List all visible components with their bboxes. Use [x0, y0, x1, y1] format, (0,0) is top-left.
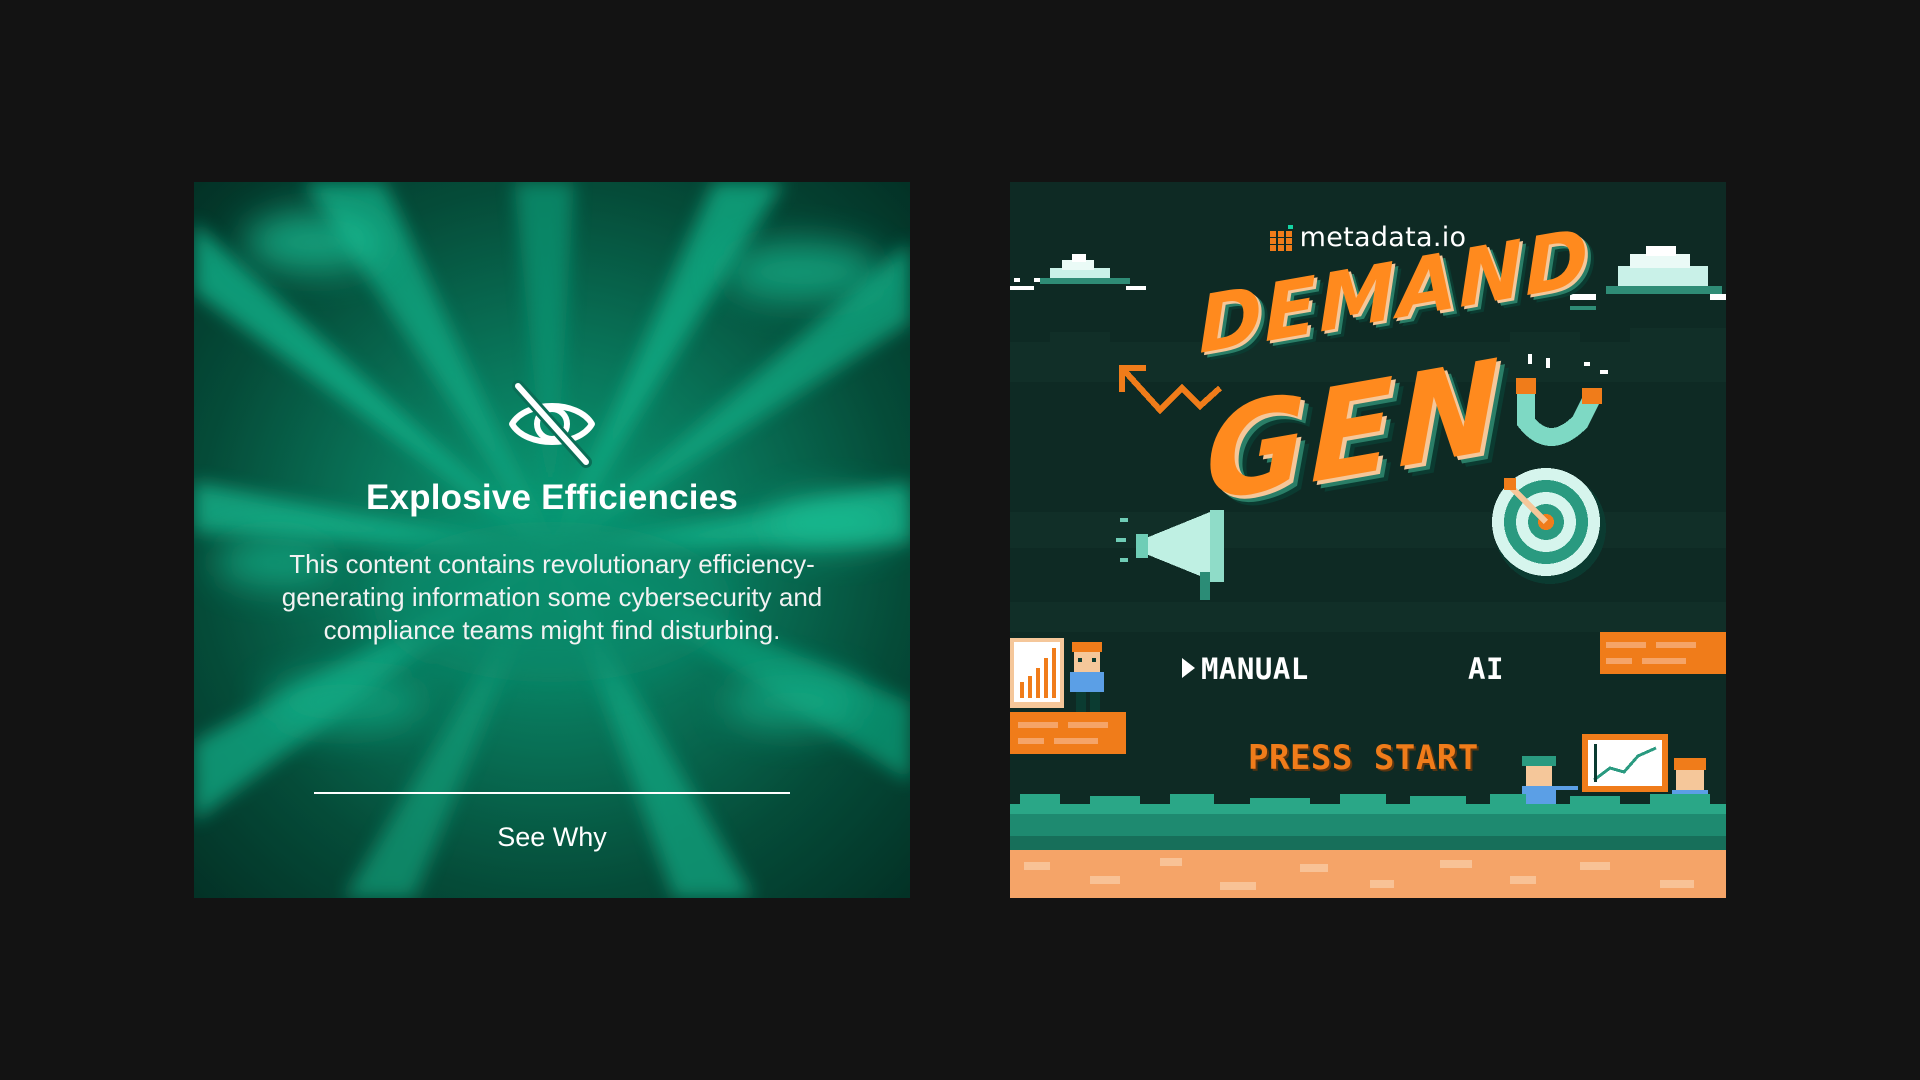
menu-option-manual-label: MANUAL	[1201, 652, 1309, 686]
bar-chart-board	[1010, 638, 1064, 708]
explosive-efficiencies-card: Explosive Efficiencies This content cont…	[194, 182, 910, 898]
see-why-link[interactable]: See Why	[194, 822, 910, 853]
card-content: Explosive Efficiencies This content cont…	[194, 182, 910, 898]
sand-ground	[1010, 850, 1726, 898]
menu-option-manual[interactable]: MANUAL	[1182, 652, 1309, 686]
card-headline: Explosive Efficiencies	[365, 478, 739, 517]
eye-slash-icon	[509, 380, 595, 468]
line-chart-board	[1582, 734, 1668, 792]
selector-arrow-icon	[1182, 658, 1195, 678]
card-body-text: This content contains revolutionary effi…	[281, 549, 823, 645]
brick-block-left	[1010, 712, 1126, 754]
menu-option-ai[interactable]: AI	[1468, 652, 1504, 686]
divider-line	[314, 792, 790, 794]
page-canvas: Explosive Efficiencies This content cont…	[0, 0, 1920, 1080]
demand-gen-game-card: metadata.io DEMAND GEN MANUAL AI PRESS S…	[1010, 182, 1726, 898]
metadata-logo-icon	[1269, 224, 1293, 251]
brand-header: metadata.io	[1010, 222, 1726, 253]
press-start-button[interactable]: PRESS START	[1248, 738, 1479, 778]
grass-strip	[1010, 794, 1726, 850]
brick-block-right	[1600, 632, 1726, 674]
